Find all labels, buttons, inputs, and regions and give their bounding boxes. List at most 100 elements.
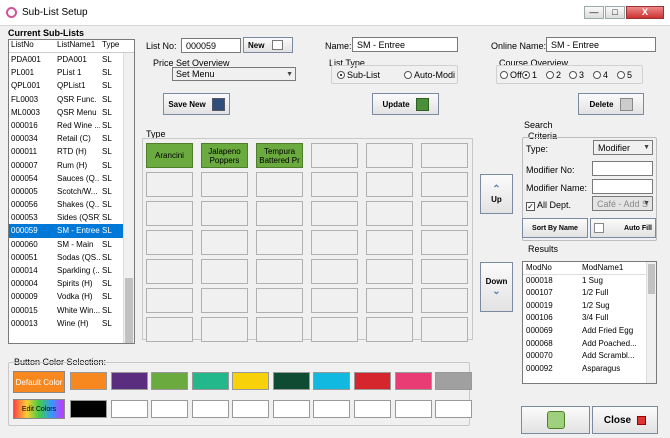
list-item[interactable]: 000059 SM - Entree SL — [9, 224, 134, 238]
list-item[interactable]: FL0003 QSR Func. SL — [9, 93, 134, 106]
empty-grid-slot[interactable] — [366, 143, 413, 168]
empty-grid-slot[interactable] — [366, 230, 413, 255]
sort-by-name-button[interactable]: Sort By Name — [522, 218, 588, 238]
empty-grid-slot[interactable] — [146, 201, 193, 226]
col-type[interactable]: Type — [100, 40, 120, 52]
color-swatch[interactable] — [70, 372, 107, 390]
col-modname[interactable]: ModName1 — [579, 262, 645, 274]
list-item[interactable]: 000015 White Win... SL — [9, 304, 134, 317]
result-row[interactable]: 000018 1 Sug — [523, 275, 656, 288]
list-item[interactable]: QPL001 QPList1 SL — [9, 79, 134, 92]
list-item[interactable]: 000013 Wine (H) SL — [9, 317, 134, 330]
empty-grid-slot[interactable] — [256, 288, 303, 313]
save-new-button[interactable]: Save New — [163, 93, 230, 115]
empty-grid-slot[interactable] — [146, 317, 193, 342]
color-swatch[interactable] — [435, 400, 472, 418]
empty-grid-slot[interactable] — [146, 172, 193, 197]
col-listname[interactable]: ListName1 — [55, 40, 100, 52]
list-item[interactable]: 000014 Sparkling (... SL — [9, 264, 134, 277]
price-set-select[interactable]: Set Menu ▼ — [172, 67, 296, 81]
empty-grid-slot[interactable] — [366, 172, 413, 197]
color-swatch[interactable] — [395, 400, 432, 418]
result-row[interactable]: 000069 Add Fried Egg — [523, 325, 656, 338]
list-item[interactable]: 000060 SM - Main SL — [9, 238, 134, 251]
result-row[interactable]: 000092 Asparagus — [523, 363, 656, 376]
empty-grid-slot[interactable] — [201, 259, 248, 284]
color-swatch[interactable] — [192, 400, 229, 418]
empty-grid-slot[interactable] — [146, 288, 193, 313]
list-item[interactable]: 000051 Sodas (QS... SL — [9, 251, 134, 264]
color-swatch[interactable] — [273, 400, 310, 418]
course-radio-1[interactable]: 1 — [522, 70, 537, 80]
modifier-name-input[interactable] — [592, 179, 653, 194]
empty-grid-slot[interactable] — [256, 201, 303, 226]
up-button[interactable]: ⌃ Up — [480, 174, 513, 214]
results-scroll-thumb[interactable] — [648, 264, 655, 294]
edit-colors-button[interactable]: Edit Colors — [13, 399, 65, 419]
delete-button[interactable]: Delete — [578, 93, 644, 115]
empty-grid-slot[interactable] — [421, 230, 468, 255]
empty-grid-slot[interactable] — [421, 143, 468, 168]
empty-grid-slot[interactable] — [201, 230, 248, 255]
type-item-button[interactable]: Jalapeno Poppers — [201, 143, 248, 168]
restore-button[interactable]: □ — [605, 6, 625, 19]
list-item[interactable]: 000011 RTD (H) SL — [9, 145, 134, 158]
color-swatch[interactable] — [273, 372, 310, 390]
course-radio-5[interactable]: 5 — [617, 70, 632, 80]
col-modno[interactable]: ModNo — [523, 262, 579, 274]
color-swatch[interactable] — [192, 372, 229, 390]
empty-grid-slot[interactable] — [201, 288, 248, 313]
empty-grid-slot[interactable] — [311, 172, 358, 197]
empty-grid-slot[interactable] — [421, 172, 468, 197]
list-item[interactable]: 000016 Red Wine ... SL — [9, 119, 134, 132]
empty-grid-slot[interactable] — [421, 259, 468, 284]
color-swatch[interactable] — [232, 372, 269, 390]
empty-grid-slot[interactable] — [311, 288, 358, 313]
auto-fill-button[interactable]: Auto Fill — [590, 218, 656, 238]
results-listbox[interactable]: ModNo ModName1 000018 1 Sug 000107 1/2 Full… — [522, 261, 657, 384]
result-row[interactable]: 000070 Add Scrambl... — [523, 350, 656, 363]
list-item[interactable]: 000054 Sauces (Q... SL — [9, 172, 134, 185]
all-dept-checkbox[interactable]: ✓ All Dept. — [526, 200, 571, 211]
empty-grid-slot[interactable] — [256, 172, 303, 197]
empty-grid-slot[interactable] — [256, 230, 303, 255]
name-input[interactable]: SM - Entree — [352, 37, 458, 52]
close-window-button[interactable]: X — [626, 6, 664, 19]
empty-grid-slot[interactable] — [311, 259, 358, 284]
color-swatch[interactable] — [111, 400, 148, 418]
default-color-button[interactable]: Default Color — [13, 371, 65, 393]
scroll-thumb[interactable] — [125, 278, 133, 343]
type-item-button[interactable]: Tempura Battered Pr — [256, 143, 303, 168]
search-type-select[interactable]: Modifier ▼ — [593, 140, 653, 155]
empty-grid-slot[interactable] — [201, 201, 248, 226]
close-button[interactable]: Close — [592, 406, 658, 434]
col-listno[interactable]: ListNo — [9, 40, 55, 52]
course-radio-4[interactable]: 4 — [593, 70, 608, 80]
color-swatch[interactable] — [354, 400, 391, 418]
type-item-button[interactable]: Arancini — [146, 143, 193, 168]
result-row[interactable]: 000107 1/2 Full — [523, 287, 656, 300]
empty-grid-slot[interactable] — [366, 288, 413, 313]
empty-grid-slot[interactable] — [421, 201, 468, 226]
empty-grid-slot[interactable] — [311, 317, 358, 342]
color-swatch[interactable] — [313, 400, 350, 418]
empty-grid-slot[interactable] — [146, 230, 193, 255]
new-button[interactable]: New — [243, 37, 293, 53]
radio-automodi[interactable]: Auto-Modi — [404, 70, 455, 80]
sublists-scrollbar[interactable] — [123, 53, 134, 343]
empty-grid-slot[interactable] — [201, 172, 248, 197]
result-row[interactable]: 000106 3/4 Full — [523, 312, 656, 325]
course-radio-off[interactable]: Off — [500, 70, 522, 80]
online-name-input[interactable]: SM - Entree — [546, 37, 656, 52]
list-item[interactable]: 000053 Sides (QSR) SL — [9, 211, 134, 224]
color-swatch[interactable] — [111, 372, 148, 390]
list-no-input[interactable]: 000059 — [181, 38, 241, 53]
list-item[interactable]: PDA001 PDA001 SL — [9, 53, 134, 66]
empty-grid-slot[interactable] — [366, 201, 413, 226]
color-swatch[interactable] — [70, 400, 107, 418]
list-item[interactable]: ML0003 QSR Menu SL — [9, 106, 134, 119]
list-item[interactable]: PL001 PList 1 SL — [9, 66, 134, 79]
empty-grid-slot[interactable] — [146, 259, 193, 284]
update-button[interactable]: Update — [372, 93, 439, 115]
empty-grid-slot[interactable] — [256, 317, 303, 342]
